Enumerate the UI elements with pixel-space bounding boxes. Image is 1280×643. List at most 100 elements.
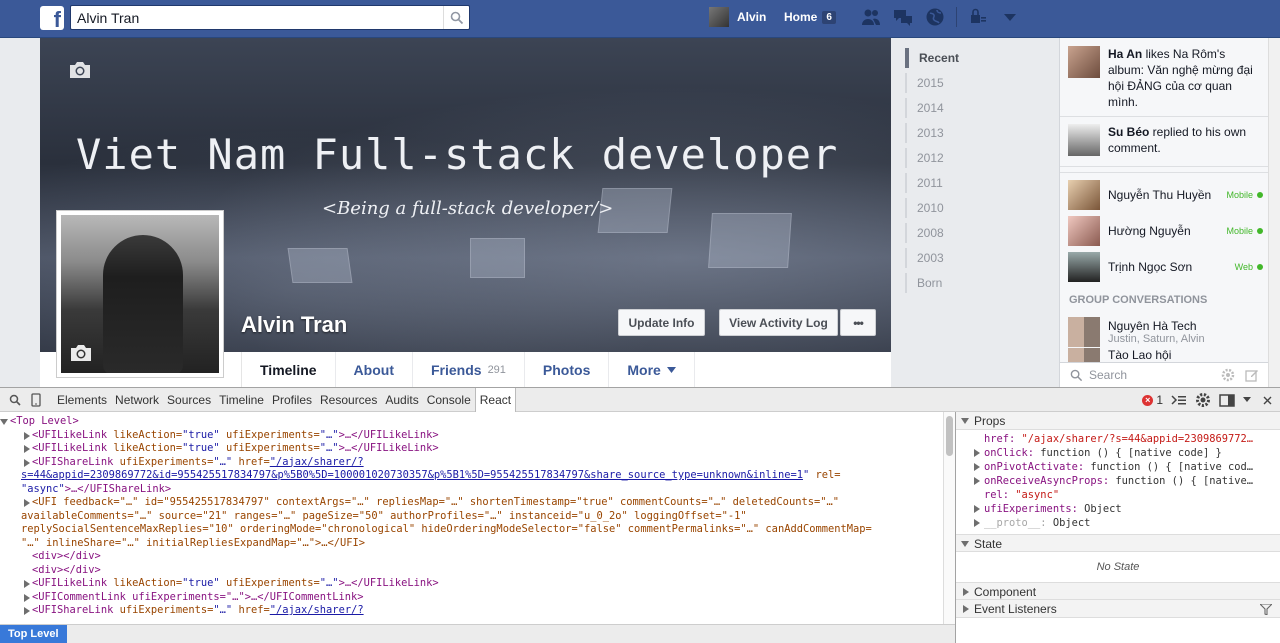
- state-section-header[interactable]: State: [956, 534, 1280, 552]
- view-activity-log-button[interactable]: View Activity Log: [719, 309, 838, 336]
- collapsed-triangle-icon[interactable]: [974, 519, 980, 527]
- tab-more[interactable]: More: [609, 352, 695, 387]
- tab-photos[interactable]: Photos: [525, 352, 610, 387]
- settings-gear-icon[interactable]: [1195, 392, 1211, 408]
- chat-contact[interactable]: Trịnh Ngọc Sơn Web: [1068, 252, 1263, 282]
- year-item[interactable]: 2008: [905, 223, 1025, 243]
- chat-contact[interactable]: Hường Nguyễn Mobile: [1068, 216, 1263, 246]
- tab-resources[interactable]: Resources: [316, 388, 381, 412]
- search-input[interactable]: [71, 6, 441, 29]
- component-section-header[interactable]: Component: [956, 582, 1280, 600]
- collapsed-triangle-icon[interactable]: [974, 505, 980, 513]
- device-mode-icon[interactable]: [31, 392, 43, 407]
- collapsed-triangle-icon[interactable]: [24, 458, 30, 467]
- close-devtools-icon[interactable]: [1263, 396, 1272, 405]
- year-item[interactable]: 2010: [905, 198, 1025, 218]
- change-profile-picture-camera-icon[interactable]: [69, 343, 93, 363]
- profile-shortcut[interactable]: Alvin: [709, 6, 766, 28]
- tree-node-ufi[interactable]: <UFI feedback="…" id="955425517834797" c…: [0, 496, 943, 510]
- tab-elements[interactable]: Elements: [53, 388, 111, 412]
- tree-node[interactable]: <UFILikeLink likeAction="true" ufiExperi…: [0, 577, 943, 591]
- tab-console[interactable]: Console: [423, 388, 475, 412]
- home-link[interactable]: Home 6: [784, 6, 836, 28]
- new-message-icon[interactable]: [1245, 368, 1259, 382]
- breadcrumb-top-level[interactable]: Top Level: [0, 625, 67, 643]
- prop-row[interactable]: __proto__: Object: [956, 516, 1280, 530]
- collapsed-triangle-icon[interactable]: [24, 580, 30, 588]
- tab-react[interactable]: React: [474, 387, 517, 412]
- chat-contact[interactable]: Nguyễn Thu Huyền Mobile: [1068, 180, 1263, 210]
- tree-node[interactable]: <div></div>: [0, 550, 943, 564]
- year-item[interactable]: 2015: [905, 73, 1025, 93]
- tab-timeline[interactable]: Timeline: [242, 352, 336, 387]
- filter-icon[interactable]: [1260, 604, 1272, 615]
- event-listeners-section-header[interactable]: Event Listeners: [956, 600, 1280, 618]
- chat-search[interactable]: Search: [1060, 362, 1269, 387]
- attr-link[interactable]: s=44&appid=2309869772&id=955425517834797…: [21, 469, 803, 481]
- tab-profiles[interactable]: Profiles: [268, 388, 316, 412]
- group-conversation[interactable]: Tào Lao hội: [1068, 348, 1263, 362]
- prop-row[interactable]: href: "/ajax/sharer/?s=44&appid=23098697…: [956, 432, 1280, 446]
- attr-link[interactable]: "/ajax/sharer/?: [270, 604, 364, 616]
- tree-node[interactable]: <UFILikeLink likeAction="true" ufiExperi…: [0, 442, 943, 456]
- expanded-triangle-icon[interactable]: [0, 419, 8, 425]
- collapsed-triangle-icon[interactable]: [974, 477, 980, 485]
- tree-node-top-level[interactable]: <Top Level>: [0, 415, 943, 429]
- year-item-born[interactable]: Born: [905, 273, 1025, 293]
- messages-icon[interactable]: [892, 7, 914, 27]
- prop-row[interactable]: onPivotActivate: function () { [native c…: [956, 460, 1280, 474]
- collapsed-triangle-icon[interactable]: [24, 431, 30, 440]
- collapsed-triangle-icon[interactable]: [24, 607, 30, 615]
- tree-scrollbar[interactable]: [943, 412, 955, 624]
- prop-row[interactable]: onReceiveAsyncProps: function () { [nati…: [956, 474, 1280, 488]
- facebook-logo[interactable]: f: [40, 6, 64, 30]
- profile-picture[interactable]: [56, 210, 224, 378]
- react-component-tree[interactable]: <Top Level> <UFILikeLink likeAction="tru…: [0, 412, 943, 624]
- tab-timeline[interactable]: Timeline: [215, 388, 268, 412]
- collapsed-triangle-icon[interactable]: [974, 463, 980, 471]
- props-section-header[interactable]: Props: [956, 412, 1280, 430]
- year-item[interactable]: 2011: [905, 173, 1025, 193]
- tree-node[interactable]: <div></div>: [0, 564, 943, 578]
- change-cover-camera-icon[interactable]: [68, 60, 92, 80]
- dock-menu-icon[interactable]: [1243, 397, 1251, 403]
- search-icon[interactable]: [443, 6, 469, 29]
- privacy-lock-icon[interactable]: [967, 7, 989, 27]
- settings-dropdown-icon[interactable]: [999, 7, 1021, 27]
- scrollbar-thumb[interactable]: [946, 416, 953, 456]
- friend-requests-icon[interactable]: [860, 7, 882, 27]
- search-box[interactable]: [70, 5, 470, 30]
- tab-about[interactable]: About: [336, 352, 413, 387]
- error-counter[interactable]: × 1: [1142, 393, 1163, 407]
- update-info-button[interactable]: Update Info: [618, 309, 705, 336]
- collapsed-triangle-icon[interactable]: [24, 445, 30, 453]
- ticker-story[interactable]: Ha An likes Na Rôm's album: Văn nghệ mừn…: [1068, 46, 1263, 110]
- year-item[interactable]: 2013: [905, 123, 1025, 143]
- prop-row[interactable]: rel: "async": [956, 488, 1280, 502]
- year-item[interactable]: 2012: [905, 148, 1025, 168]
- ticker-story[interactable]: Su Béo replied to his own comment.: [1068, 124, 1263, 156]
- prop-row[interactable]: onClick: function () { [native code] }: [956, 446, 1280, 460]
- console-drawer-icon[interactable]: [1171, 394, 1187, 406]
- tree-node[interactable]: <UFILikeLink likeAction="true" ufiExperi…: [0, 429, 943, 443]
- more-options-button[interactable]: •••: [840, 309, 876, 336]
- year-item[interactable]: 2003: [905, 248, 1025, 268]
- prop-row[interactable]: ufiExperiments: Object: [956, 502, 1280, 516]
- notifications-globe-icon[interactable]: [924, 7, 946, 27]
- collapsed-triangle-icon[interactable]: [974, 449, 980, 457]
- inspect-search-icon[interactable]: [9, 394, 21, 406]
- tree-node[interactable]: <UFICommentLink ufiExperiments="…">…</UF…: [0, 591, 943, 605]
- tab-network[interactable]: Network: [111, 388, 163, 412]
- tree-node-share-link[interactable]: <UFIShareLink ufiExperiments="…" href="/…: [0, 456, 943, 470]
- dock-side-icon[interactable]: [1219, 393, 1235, 407]
- tab-audits[interactable]: Audits: [381, 388, 422, 412]
- tree-node[interactable]: <UFIShareLink ufiExperiments="…" href="/…: [0, 604, 943, 618]
- profile-name[interactable]: Alvin Tran: [241, 312, 347, 338]
- tab-sources[interactable]: Sources: [163, 388, 215, 412]
- collapsed-triangle-icon[interactable]: [24, 499, 30, 507]
- collapsed-triangle-icon[interactable]: [24, 593, 30, 602]
- group-conversation[interactable]: Nguyên Hà Tech Justin, Saturn, Alvin: [1068, 316, 1263, 348]
- year-item[interactable]: 2014: [905, 98, 1025, 118]
- chat-settings-gear-icon[interactable]: [1221, 368, 1235, 382]
- tab-friends[interactable]: Friends 291: [413, 352, 525, 387]
